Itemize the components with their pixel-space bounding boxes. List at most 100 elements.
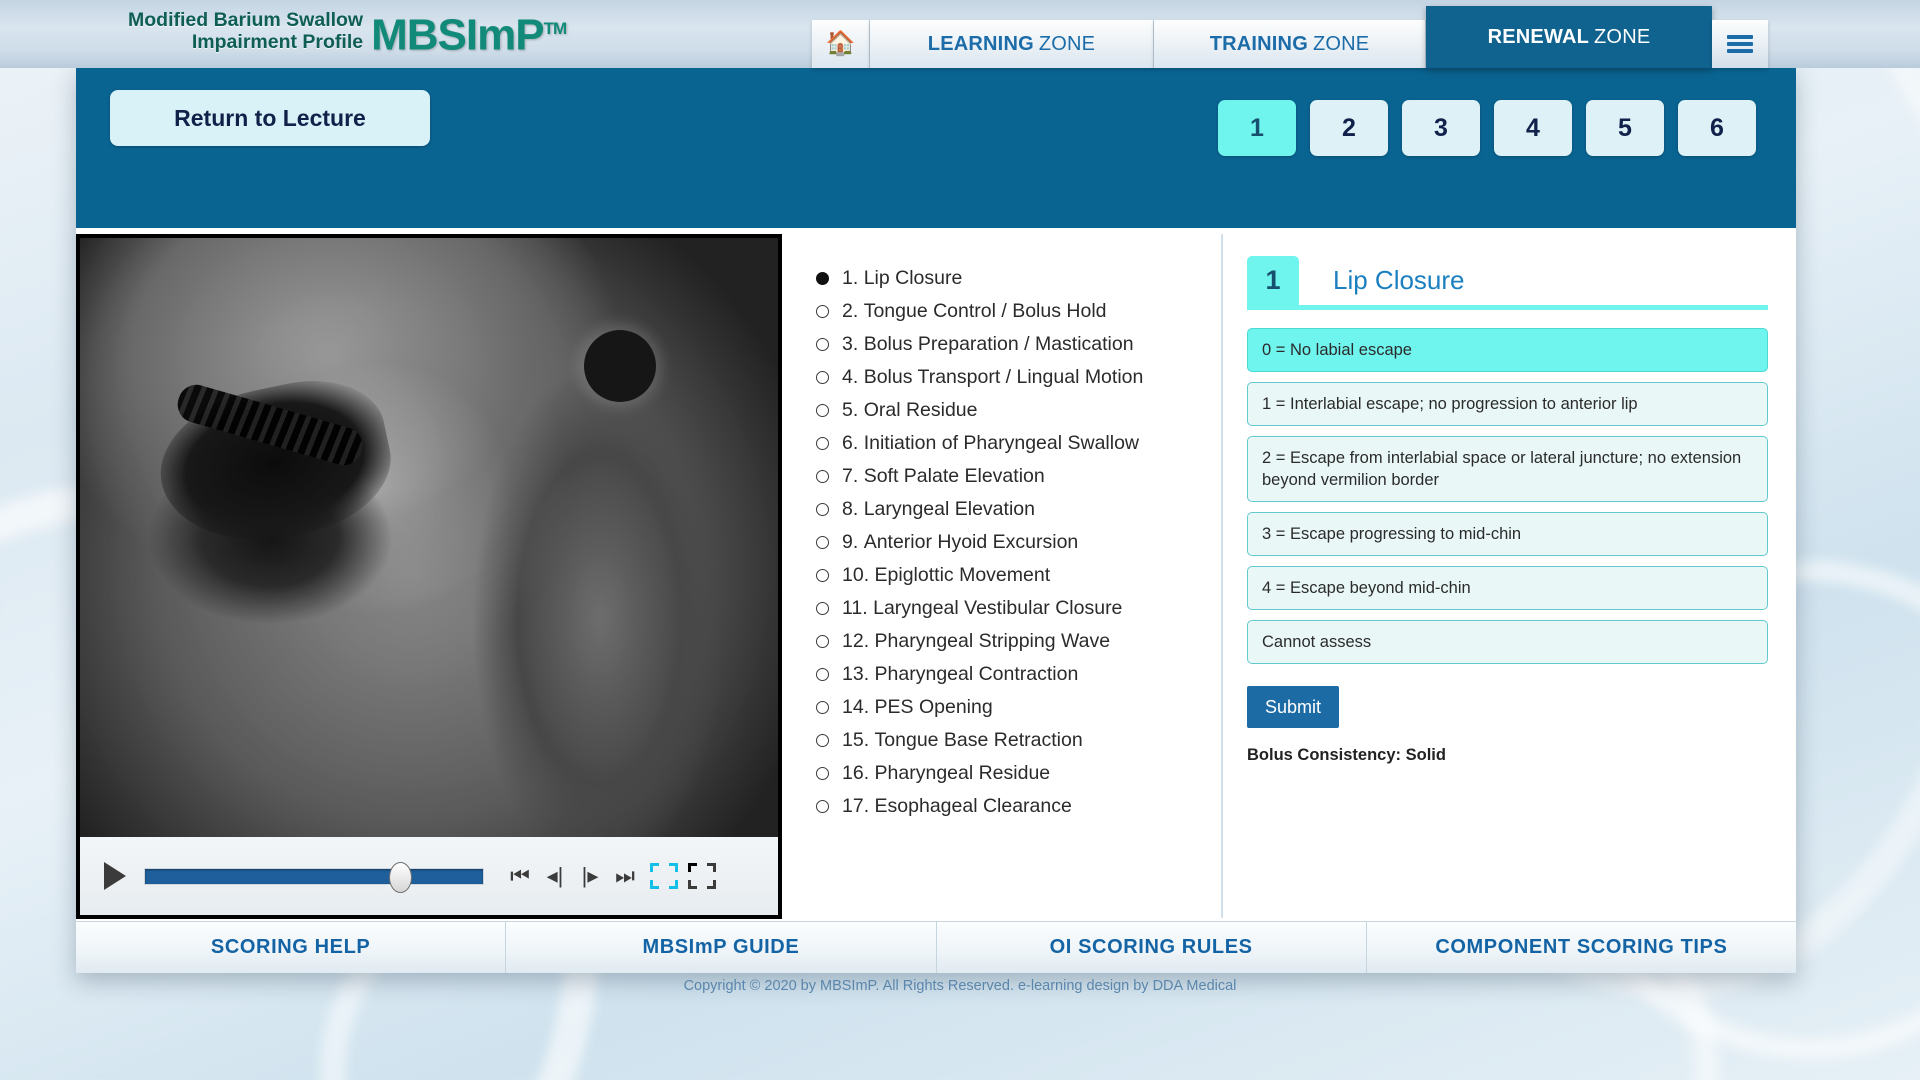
component-item-15-label: Tongue Base Retraction [874,729,1083,751]
fluoroscopy-image [80,238,778,838]
component-item-8-label: Laryngeal Elevation [863,498,1035,520]
fullscreen-icon[interactable] [650,863,678,889]
score-option-2[interactable]: 2 = Escape from interlabial space or lat… [1247,436,1768,502]
step-forward-icon[interactable]: |▸ [575,862,605,890]
component-item-14-label: PES Opening [874,696,993,718]
tab-renewal-zone-strong: RENEWAL [1487,25,1590,48]
page-button-3[interactable]: 3 [1402,100,1480,156]
video-progress-slider[interactable] [144,861,484,893]
score-option-cannot-assess[interactable]: Cannot assess [1247,620,1768,664]
video-progress-thumb[interactable] [389,861,412,893]
radio-icon [816,404,829,417]
page-button-5[interactable]: 5 [1586,100,1664,156]
radio-icon [816,800,829,813]
page-button-4[interactable]: 4 [1494,100,1572,156]
tab-scoring-help[interactable]: SCORING HELP [76,922,507,973]
component-item-13-num: 13. [842,663,870,685]
component-item-12[interactable]: 12. Pharyngeal Stripping Wave [816,625,1221,658]
home-tab[interactable]: 🏠 [812,20,870,68]
radio-icon [816,437,829,450]
return-to-lecture-button[interactable]: Return to Lecture [110,90,430,146]
component-item-5-label: Oral Residue [863,399,978,421]
radio-icon [816,767,829,780]
component-item-1-num: 1. [842,267,859,289]
fast-forward-icon[interactable]: ⏭ [610,862,640,890]
logo-subtitle: Modified Barium Swallow Impairment Profi… [128,9,363,59]
radio-icon [816,734,829,747]
component-item-11[interactable]: 11. Laryngeal Vestibular Closure [816,592,1221,625]
submit-button[interactable]: Submit [1247,686,1339,728]
component-item-16-num: 16. [842,762,870,784]
logo-subtitle-line1: Modified Barium Swallow [128,8,364,31]
component-item-9-label: Anterior Hyoid Excursion [863,531,1079,553]
component-item-13[interactable]: 13. Pharyngeal Contraction [816,658,1221,691]
component-item-17[interactable]: 17. Esophageal Clearance [816,790,1221,823]
tab-renewal-zone[interactable]: RENEWAL ZONE [1426,6,1712,68]
component-item-6-label: Initiation of Pharyngeal Swallow [863,432,1140,454]
component-item-1-label: Lip Closure [863,267,963,289]
tab-training-zone-rest: ZONE [1312,32,1370,55]
component-item-17-label: Esophageal Clearance [874,795,1072,817]
component-item-3[interactable]: 3. Bolus Preparation / Mastication [816,328,1221,361]
component-item-14[interactable]: 14. PES Opening [816,691,1221,724]
component-item-11-label: Laryngeal Vestibular Closure [873,597,1123,619]
video-controls: ⏮ ◂| |▸ ⏭ [80,837,778,915]
score-option-1[interactable]: 1 = Interlabial escape; no progression t… [1247,382,1768,426]
logo-wordmark: MBSImPTM [371,6,568,59]
zone-navigation: 🏠 LEARNING ZONE TRAINING ZONE RENEWAL ZO… [812,6,1768,68]
page-button-2[interactable]: 2 [1310,100,1388,156]
component-item-4[interactable]: 4. Bolus Transport / Lingual Motion [816,361,1221,394]
tab-training-zone[interactable]: TRAINING ZONE [1154,20,1426,68]
component-item-1[interactable]: 1. Lip Closure [816,262,1221,295]
score-option-0[interactable]: 0 = No labial escape [1247,328,1768,372]
component-item-12-label: Pharyngeal Stripping Wave [874,630,1111,652]
tab-oi-scoring-rules[interactable]: OI SCORING RULES [936,922,1367,973]
component-item-13-label: Pharyngeal Contraction [874,663,1079,685]
application-card: Return to Lecture 1 2 3 4 5 6 ⏮ ◂| |▸ ⏭ … [76,68,1796,973]
tab-learning-zone-strong: LEARNING [927,32,1034,55]
play-icon[interactable] [104,862,126,890]
component-item-2-label: Tongue Control / Bolus Hold [863,300,1107,322]
main-content: ⏮ ◂| |▸ ⏭ 1. Lip Closure 2. Tongue Contr… [76,228,1796,919]
hamburger-menu-button[interactable] [1712,20,1768,68]
radio-icon [816,668,829,681]
tab-learning-zone[interactable]: LEARNING ZONE [870,20,1154,68]
step-backward-icon[interactable]: ◂| [540,862,570,890]
component-item-2-num: 2. [842,300,859,322]
component-item-6-num: 6. [842,432,859,454]
score-option-3[interactable]: 3 = Escape progressing to mid-chin [1247,512,1768,556]
trademark-symbol: TM [543,19,568,38]
component-item-9[interactable]: 9. Anterior Hyoid Excursion [816,526,1221,559]
score-option-4[interactable]: 4 = Escape beyond mid-chin [1247,566,1768,610]
mbsimp-logo: Modified Barium Swallow Impairment Profi… [128,6,568,59]
exit-fullscreen-icon[interactable] [688,863,716,889]
rewind-icon[interactable]: ⏮ [505,862,535,890]
component-item-12-num: 12. [842,630,870,652]
score-options-list: 0 = No labial escape 1 = Interlabial esc… [1247,328,1768,664]
component-item-6[interactable]: 6. Initiation of Pharyngeal Swallow [816,427,1221,460]
component-item-7-label: Soft Palate Elevation [863,465,1045,487]
video-player[interactable]: ⏮ ◂| |▸ ⏭ [76,234,782,919]
page-button-1[interactable]: 1 [1218,100,1296,156]
tab-mbsimp-guide[interactable]: MBSImP GUIDE [506,922,937,973]
radio-icon [816,635,829,648]
resource-tabs: SCORING HELP MBSImP GUIDE OI SCORING RUL… [76,921,1796,973]
component-item-4-num: 4. [842,366,859,388]
page-button-6[interactable]: 6 [1678,100,1756,156]
component-item-15[interactable]: 15. Tongue Base Retraction [816,724,1221,757]
component-item-8[interactable]: 8. Laryngeal Elevation [816,493,1221,526]
component-item-8-num: 8. [842,498,859,520]
component-item-15-num: 15. [842,729,870,751]
component-item-10[interactable]: 10. Epiglottic Movement [816,559,1221,592]
component-list: 1. Lip Closure 2. Tongue Control / Bolus… [788,234,1223,918]
tab-component-scoring-tips[interactable]: COMPONENT SCORING TIPS [1366,922,1796,973]
component-item-7[interactable]: 7. Soft Palate Elevation [816,460,1221,493]
component-item-5[interactable]: 5. Oral Residue [816,394,1221,427]
component-item-16[interactable]: 16. Pharyngeal Residue [816,757,1221,790]
site-header: Modified Barium Swallow Impairment Profi… [0,0,1920,68]
hamburger-menu-icon [1727,49,1753,53]
component-item-16-label: Pharyngeal Residue [874,762,1051,784]
tab-learning-zone-rest: ZONE [1038,32,1096,55]
component-item-2[interactable]: 2. Tongue Control / Bolus Hold [816,295,1221,328]
radio-icon [816,272,829,285]
